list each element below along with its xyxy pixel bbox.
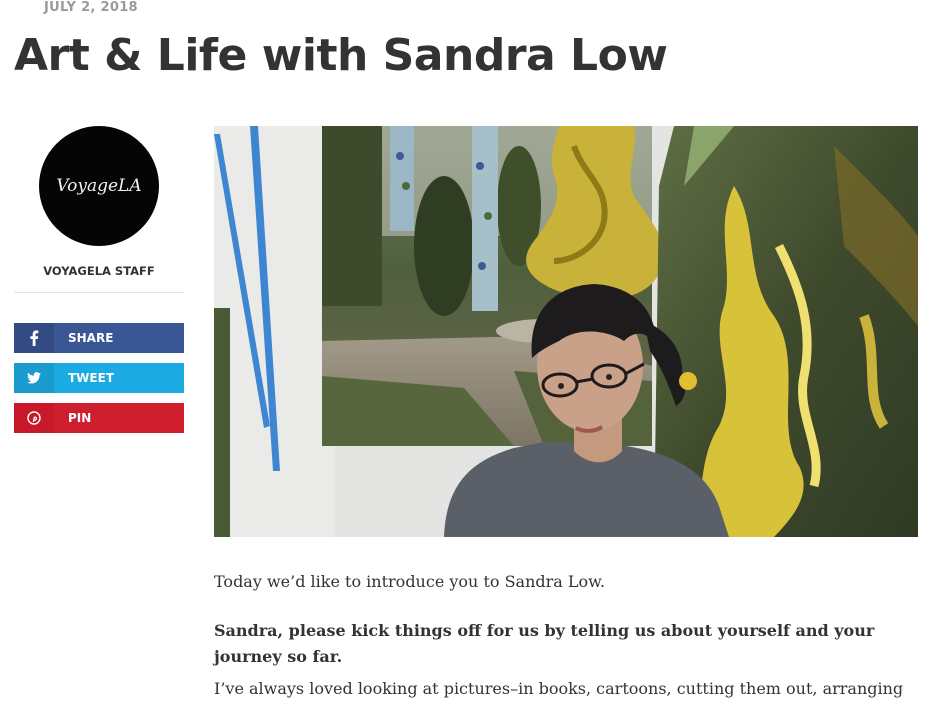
pinterest-share-label: PIN xyxy=(68,411,92,425)
post-date: JULY 2, 2018 xyxy=(44,0,138,15)
featured-photo[interactable] xyxy=(214,126,918,537)
author-avatar[interactable]: VoyageLA xyxy=(39,126,159,246)
twitter-icon xyxy=(14,363,54,393)
facebook-icon xyxy=(14,323,54,353)
twitter-share-button[interactable]: TWEET xyxy=(14,363,184,393)
sidebar-divider xyxy=(14,292,184,293)
pinterest-icon xyxy=(14,403,54,433)
interview-answer: I’ve always loved looking at pictures–in… xyxy=(214,679,904,698)
avatar-logo-text: VoyageLA xyxy=(56,176,142,196)
facebook-share-button[interactable]: SHARE xyxy=(14,323,184,353)
interview-question: Sandra, please kick things off for us by… xyxy=(214,621,875,666)
facebook-share-label: SHARE xyxy=(68,331,114,345)
pinterest-share-button[interactable]: PIN xyxy=(14,403,184,433)
article-intro: Today we’d like to introduce you to Sand… xyxy=(214,572,606,591)
twitter-share-label: TWEET xyxy=(68,371,115,385)
author-name[interactable]: VOYAGELA STAFF xyxy=(14,264,184,278)
page-title: Art & Life with Sandra Low xyxy=(14,30,668,81)
